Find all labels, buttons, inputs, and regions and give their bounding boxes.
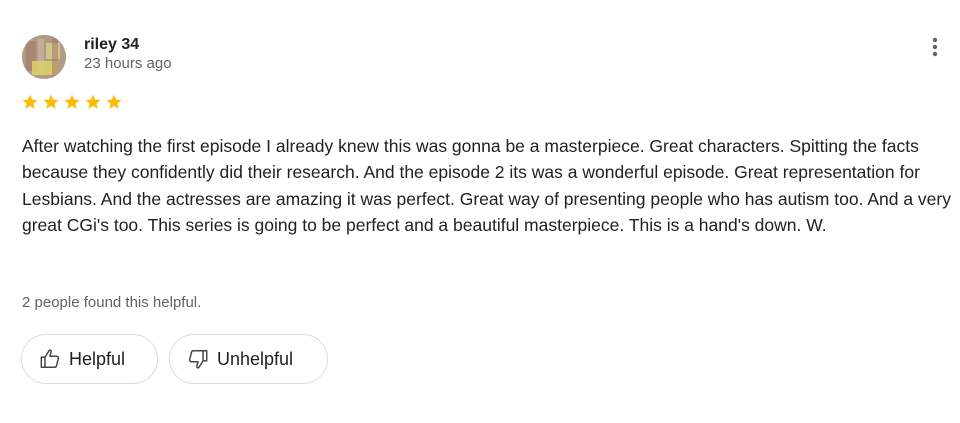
thumb-down-icon: [187, 348, 209, 370]
review-card: riley 34 23 hours ago After watching the…: [0, 0, 960, 423]
star-rating: [21, 93, 123, 113]
star-icon: [43, 94, 59, 109]
star-icon: [85, 94, 101, 109]
review-timestamp: 23 hours ago: [84, 55, 172, 72]
star-icon: [106, 94, 122, 109]
avatar[interactable]: [22, 35, 66, 79]
thumb-up-icon: [39, 348, 61, 370]
more-vert-icon: [932, 37, 938, 57]
star-icon: [22, 94, 38, 109]
unhelpful-button[interactable]: Unhelpful: [169, 334, 328, 384]
star-icon: [64, 94, 80, 109]
avatar-photo: [22, 35, 66, 79]
helpful-count: 2 people found this helpful.: [22, 294, 202, 311]
author-name[interactable]: riley 34: [84, 35, 139, 55]
review-body: After watching the first episode I alrea…: [22, 136, 951, 236]
more-options-button[interactable]: [920, 34, 950, 60]
helpful-button[interactable]: Helpful: [21, 334, 158, 384]
unhelpful-label: Unhelpful: [217, 348, 294, 369]
helpful-label: Helpful: [69, 348, 126, 369]
